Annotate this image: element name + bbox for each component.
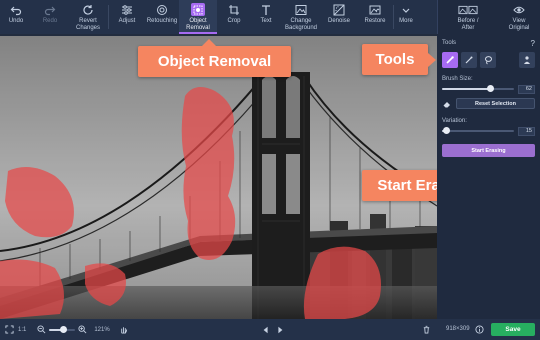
adjust-button[interactable]: Adjust <box>109 0 145 34</box>
object-removal-button[interactable]: Object Removal <box>179 0 217 34</box>
retouching-icon <box>155 3 169 16</box>
image-dimensions: 918×309 <box>446 326 470 332</box>
brush-size-slider[interactable] <box>442 85 514 92</box>
zoom-slider-row <box>49 325 76 334</box>
before-after-icon <box>457 3 479 16</box>
variation-slider-row: 15 <box>442 126 535 136</box>
brush-tool-button[interactable] <box>442 52 458 68</box>
tools-panel: Tools ? Brush Size: 62 Reset Selection V… <box>437 34 540 319</box>
undo-icon <box>9 3 23 16</box>
fit-screen-icon[interactable] <box>4 324 15 335</box>
variation-value[interactable]: 15 <box>518 126 535 136</box>
revert-label: Revert Changes <box>75 18 101 31</box>
revert-icon <box>81 3 95 16</box>
undo-button[interactable]: Undo <box>0 0 32 34</box>
lasso-icon <box>485 56 492 65</box>
text-label: Text <box>260 18 272 24</box>
person-tool-button[interactable] <box>519 52 535 68</box>
variation-slider[interactable] <box>442 127 514 134</box>
object-removal-callout-text: Object Removal <box>157 53 272 70</box>
callout-arrow <box>428 53 436 67</box>
next-image-icon[interactable] <box>274 324 285 335</box>
object-removal-label: Object Removal <box>186 18 210 31</box>
text-icon <box>259 3 273 16</box>
change-background-button[interactable]: Change Background <box>281 0 321 34</box>
restore-label: Restore <box>364 18 386 24</box>
zoom-in-icon[interactable] <box>77 324 88 335</box>
zoom-knob[interactable] <box>60 325 68 333</box>
view-original-label: View Original <box>508 18 530 31</box>
crop-label: Crop <box>227 18 241 24</box>
denoise-icon <box>332 3 346 16</box>
zoom-out-icon[interactable] <box>36 324 47 335</box>
denoise-label: Denoise <box>327 18 350 24</box>
retouching-button[interactable]: Retouching <box>145 0 179 34</box>
brush-size-fill <box>442 88 491 90</box>
chevron-down-icon <box>399 3 413 16</box>
sliders-icon <box>120 3 134 16</box>
status-bar: 1:1 121% 918×309 Save <box>0 319 540 340</box>
variation-knob[interactable] <box>442 127 450 134</box>
zoom-slider[interactable] <box>49 325 76 333</box>
before-after-button[interactable]: Before / After <box>438 0 498 34</box>
denoise-button[interactable]: Denoise <box>321 0 357 34</box>
pencil-tool-button[interactable] <box>461 52 477 68</box>
before-after-label: Before / After <box>457 18 479 31</box>
eraser-icon[interactable] <box>442 99 452 109</box>
revert-changes-button[interactable]: Revert Changes <box>68 0 108 34</box>
more-button[interactable]: More <box>394 0 418 34</box>
brush-size-label: Brush Size: <box>442 76 473 82</box>
object-removal-callout: Object Removal <box>138 39 291 77</box>
start-erasing-button[interactable]: Start Erasing <box>442 144 535 157</box>
brush-size-knob[interactable] <box>487 85 495 92</box>
tools-callout: Tools <box>362 44 436 75</box>
callout-arrow <box>202 39 216 46</box>
eye-icon <box>512 3 526 16</box>
pencil-icon <box>465 56 473 64</box>
change-background-icon <box>294 3 308 16</box>
reset-selection-button[interactable]: Reset Selection <box>456 98 535 109</box>
view-original-button[interactable]: View Original <box>498 0 540 34</box>
adjust-label: Adjust <box>118 18 136 24</box>
redo-label: Redo <box>42 18 58 24</box>
redo-button[interactable]: Redo <box>32 0 68 34</box>
trash-icon[interactable] <box>421 324 432 335</box>
hand-pan-icon[interactable] <box>118 324 129 335</box>
redo-icon <box>43 3 57 16</box>
more-label: More <box>399 18 413 24</box>
previous-image-icon[interactable] <box>260 324 271 335</box>
info-icon[interactable] <box>474 324 485 335</box>
brush-size-value[interactable]: 62 <box>518 84 535 94</box>
change-background-label: Change Background <box>284 18 318 31</box>
tools-callout-text: Tools <box>375 51 415 68</box>
variation-label: Variation: <box>442 118 467 124</box>
tools-heading: Tools <box>442 40 457 46</box>
lasso-tool-button[interactable] <box>480 52 496 68</box>
save-button[interactable]: Save <box>491 323 535 336</box>
zoom-percentage: 121% <box>94 326 110 333</box>
brush-size-slider-row: 62 <box>442 84 535 94</box>
crop-icon <box>227 3 241 16</box>
text-button[interactable]: Text <box>251 0 281 34</box>
object-removal-icon <box>191 3 205 16</box>
crop-button[interactable]: Crop <box>217 0 251 34</box>
retouching-label: Retouching <box>146 18 178 24</box>
undo-label: Undo <box>8 18 24 24</box>
help-icon[interactable]: ? <box>531 39 535 48</box>
person-icon <box>524 56 530 64</box>
brush-icon <box>446 56 454 64</box>
top-toolbar: Undo Redo Revert Changes Adjust Retouchi… <box>0 0 540 34</box>
restore-icon <box>368 3 382 16</box>
restore-button[interactable]: Restore <box>357 0 393 34</box>
actual-size-button[interactable]: 1:1 <box>18 327 26 333</box>
